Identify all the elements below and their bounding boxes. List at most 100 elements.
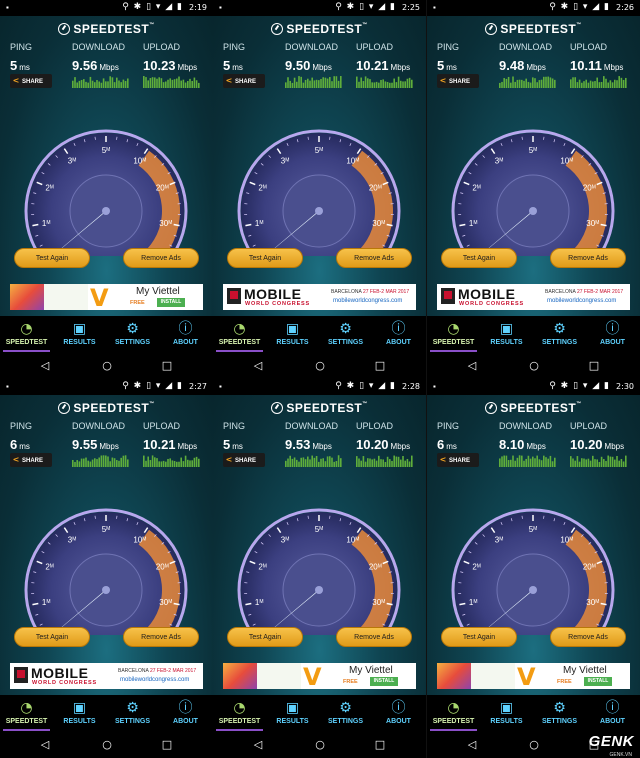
tab-results[interactable]: ▣ RESULTS [480,316,533,354]
graph-bar [296,81,298,88]
mwc-ad-banner[interactable]: MOBILE WORLD CONGRESS BARCELONA 27 FEB-2… [10,663,203,689]
viettel-install-button[interactable]: INSTALL [157,298,185,307]
test-again-button[interactable]: Test Again [441,248,517,268]
back-icon[interactable]: ◁ [38,738,52,752]
graph-bar [167,458,169,467]
download-value: 9.48 Mbps [499,57,546,75]
home-icon[interactable]: ○ [313,738,327,752]
graph-bar [313,457,316,467]
graph-bar [122,79,125,88]
active-tab-indicator [216,350,263,352]
test-again-button[interactable]: Test Again [14,248,90,268]
tab-speedtest[interactable]: ◔ SPEEDTEST [0,695,53,733]
tab-speedtest[interactable]: ◔ SPEEDTEST [213,316,266,354]
viettel-install-button[interactable]: INSTALL [370,677,398,686]
share-button[interactable]: < SHARE [437,74,479,88]
tab-about[interactable]: ⓘ ABOUT [372,316,425,354]
tab-about[interactable]: ⓘ ABOUT [159,316,212,354]
recent-apps-icon[interactable]: □ [587,359,601,373]
remove-ads-button[interactable]: Remove Ads [123,248,199,268]
tab-about[interactable]: ⓘ ABOUT [159,695,212,733]
tab-results[interactable]: ▣ RESULTS [266,695,319,733]
tab-speedtest[interactable]: ◔ SPEEDTEST [213,695,266,733]
graph-bar [371,82,373,88]
tab-results[interactable]: ▣ RESULTS [53,316,106,354]
home-icon[interactable]: ○ [527,738,541,752]
graph-bar [516,79,519,88]
graph-bar [100,82,103,88]
tab-settings[interactable]: ⚙ SETTINGS [106,695,159,733]
home-icon[interactable]: ○ [100,359,114,373]
tab-speedtest[interactable]: ◔ SPEEDTEST [427,695,480,733]
share-button[interactable]: < SHARE [223,74,265,88]
test-again-button[interactable]: Test Again [441,627,517,647]
back-icon[interactable]: ◁ [251,359,265,373]
remove-ads-button[interactable]: Remove Ads [550,627,626,647]
mwc-ad-banner[interactable]: MOBILE WORLD CONGRESS BARCELONA 27 FEB-2… [437,284,630,310]
share-button[interactable]: < SHARE [10,74,52,88]
gear-icon: ⚙ [553,321,566,337]
mwc-ad-banner[interactable]: MOBILE WORLD CONGRESS BARCELONA 27 FEB-2… [223,284,416,310]
share-label: SHARE [235,79,257,85]
tab-settings[interactable]: ⚙ SETTINGS [533,316,586,354]
home-icon[interactable]: ○ [527,359,541,373]
graph-bar [162,82,165,88]
viettel-ad-banner[interactable]: V My Viettel FREE INSTALL [10,284,203,310]
remove-ads-button[interactable]: Remove Ads [336,248,412,268]
graph-bar [512,76,514,88]
speedtest-screen-5: ▪ ⚲ ✱ ▯ ▾ ◢ ▮ 2:28 SPEEDTEST™ PING DOWNL… [213,379,426,758]
remove-ads-button[interactable]: Remove Ads [336,627,412,647]
tab-about-label: ABOUT [173,718,198,725]
tab-settings[interactable]: ⚙ SETTINGS [319,316,372,354]
share-button[interactable]: < SHARE [223,453,265,467]
ping-label: PING [437,42,460,52]
graph-bar [158,461,160,467]
graph-bar [109,76,111,88]
graph-bar [198,458,200,467]
share-button[interactable]: < SHARE [10,453,52,467]
graph-bar [620,458,623,467]
viettel-ad-banner[interactable]: V My Viettel FREE INSTALL [437,663,630,689]
recent-apps-icon[interactable]: □ [160,738,174,752]
tab-results[interactable]: ▣ RESULTS [53,695,106,733]
home-icon[interactable]: ○ [100,738,114,752]
graph-bar [124,455,127,467]
graph-bar [145,77,147,88]
graph-bar [378,82,380,88]
back-icon[interactable]: ◁ [251,738,265,752]
gauge-icon: ◔ [20,321,33,337]
tab-settings[interactable]: ⚙ SETTINGS [319,695,372,733]
test-again-button[interactable]: Test Again [14,627,90,647]
viettel-install-button[interactable]: INSTALL [584,677,612,686]
home-icon[interactable]: ○ [313,359,327,373]
tab-results[interactable]: ▣ RESULTS [480,695,533,733]
graph-bar [120,82,122,88]
back-icon[interactable]: ◁ [465,738,479,752]
tab-results-label: RESULTS [490,718,523,725]
test-again-button[interactable]: Test Again [227,627,303,647]
tab-speedtest[interactable]: ◔ SPEEDTEST [0,316,53,354]
viettel-ad-banner[interactable]: V My Viettel FREE INSTALL [223,663,416,689]
gauge-hub [529,586,537,594]
tab-settings[interactable]: ⚙ SETTINGS [106,316,159,354]
tab-about[interactable]: ⓘ ABOUT [372,695,425,733]
remove-ads-button[interactable]: Remove Ads [550,248,626,268]
recent-apps-icon[interactable]: □ [373,738,387,752]
graph-bar [534,78,536,88]
graph-bar [165,81,167,88]
back-icon[interactable]: ◁ [465,359,479,373]
recent-apps-icon[interactable]: □ [160,359,174,373]
remove-ads-button[interactable]: Remove Ads [123,627,199,647]
back-icon[interactable]: ◁ [38,359,52,373]
bottom-tab-bar: ◔ SPEEDTEST ▣ RESULTS ⚙ SETTINGS ⓘ ABOUT [213,316,426,354]
tab-about[interactable]: ⓘ ABOUT [586,316,639,354]
tab-about[interactable]: ⓘ ABOUT [586,695,639,733]
tab-speedtest[interactable]: ◔ SPEEDTEST [427,316,480,354]
mwc-ad-title: MOBILE [244,286,302,302]
tab-settings[interactable]: ⚙ SETTINGS [533,695,586,733]
test-again-button[interactable]: Test Again [227,248,303,268]
graph-bar [625,455,627,467]
recent-apps-icon[interactable]: □ [373,359,387,373]
share-button[interactable]: < SHARE [437,453,479,467]
tab-results[interactable]: ▣ RESULTS [266,316,319,354]
